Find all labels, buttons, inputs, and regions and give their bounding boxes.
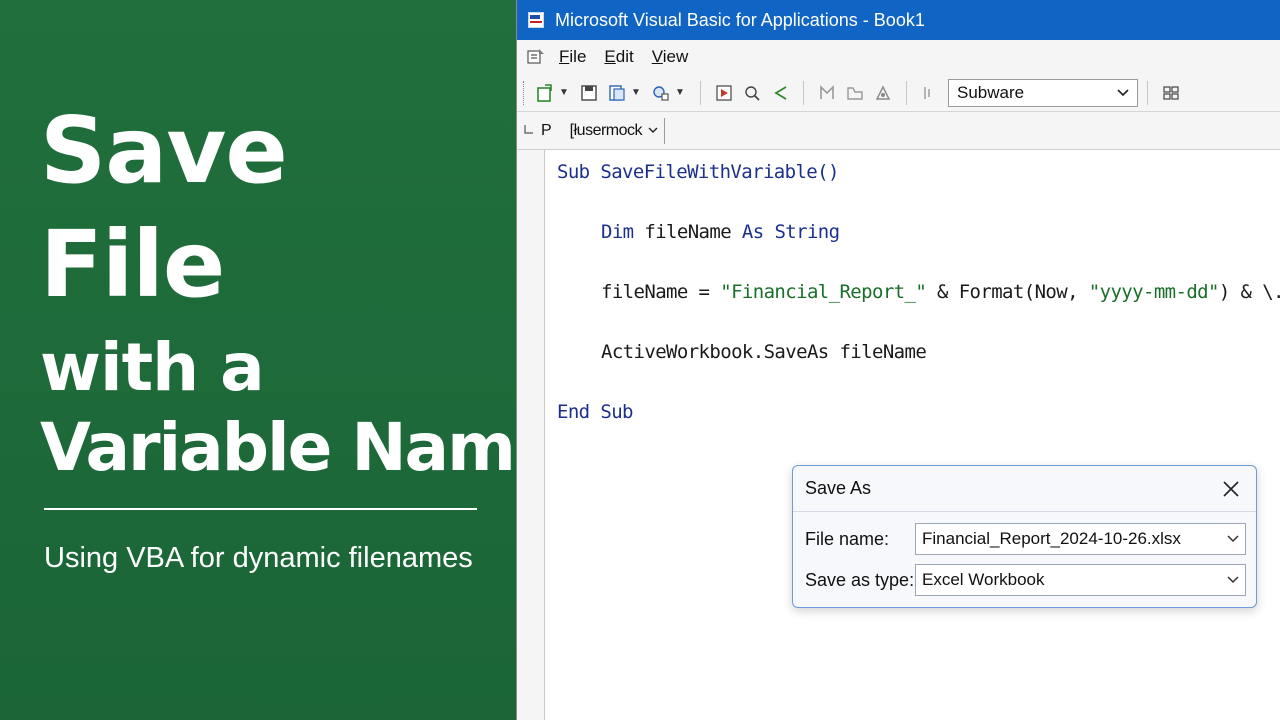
design-mode-icon[interactable] (816, 82, 838, 104)
chevron-down-icon (1117, 86, 1129, 100)
dialog-title: Save As (805, 478, 872, 498)
paste-dropdown-icon[interactable]: ▼ (631, 87, 641, 98)
code-line-assign[interactable]: fileName = "Financial_Report_" & Format(… (601, 280, 1280, 304)
code-line-end-sub[interactable]: End Sub (557, 400, 633, 424)
toolbar-grip[interactable] (523, 80, 525, 105)
code-line-sub[interactable]: Sub SaveFileWithVariable() (557, 160, 839, 184)
save-as-dialog: Save As File name: Financial_Report_2024… (792, 465, 1257, 608)
save-icon[interactable] (578, 82, 600, 104)
object-dropdown-value: [łusermock (569, 121, 643, 139)
run-icon[interactable] (713, 82, 735, 104)
vba-editor-window: Microsoft Visual Basic for Applications … (516, 0, 1280, 720)
properties-icon[interactable] (872, 82, 894, 104)
title-line-with-a: with a (40, 329, 265, 406)
project-explorer-icon[interactable] (844, 82, 866, 104)
object-dropdown[interactable]: [łusermock (566, 117, 666, 144)
window-titlebar[interactable]: Microsoft Visual Basic for Applications … (517, 0, 1280, 40)
procedure-bar-label: P (541, 121, 552, 139)
excel-view-icon[interactable] (525, 46, 547, 68)
reset-icon[interactable] (769, 82, 791, 104)
thumbnail-title-panel: Save File with a Variable Name Using VBA… (0, 0, 559, 720)
paste-icon[interactable] (606, 82, 628, 104)
title-line-variable-name: Variable Name (40, 409, 559, 486)
vba-app-icon (527, 11, 545, 29)
save-as-type-select[interactable]: Excel Workbook (915, 564, 1246, 596)
file-name-label: File name: (805, 529, 890, 549)
insert-dropdown-icon[interactable]: ▼ (559, 87, 569, 98)
menu-view[interactable]: View (652, 47, 689, 67)
window-title: Microsoft Visual Basic for Applications … (555, 9, 925, 30)
toolbar-combobox[interactable]: Subware (948, 78, 1138, 107)
menu-file[interactable]: File (559, 47, 586, 67)
toolbar-combobox-value: Subware (957, 82, 1025, 102)
code-line-saveas[interactable]: ActiveWorkbook.SaveAs fileName (601, 340, 927, 364)
procedure-bar: P [łusermock (517, 112, 1280, 150)
code-editor[interactable]: Sub SaveFileWithVariable() Dim fileName … (517, 150, 1280, 720)
break-icon[interactable] (741, 82, 763, 104)
chevron-down-icon (648, 125, 658, 137)
dialog-header: Save As (793, 466, 1256, 512)
subtitle: Using VBA for dynamic filenames (44, 542, 473, 574)
title-divider (44, 508, 477, 510)
chevron-down-icon[interactable] (1227, 573, 1239, 587)
menu-edit[interactable]: Edit (604, 47, 633, 67)
toolbox-icon[interactable] (1160, 82, 1182, 104)
title-line-save: Save (40, 97, 288, 204)
code-margin-gutter[interactable] (517, 150, 545, 720)
find-dropdown-icon[interactable]: ▼ (675, 87, 685, 98)
save-as-type-label: Save as type: (805, 570, 915, 590)
file-name-combobox[interactable]: Financial_Report_2024-10-26.xlsx (915, 523, 1246, 555)
title-line-file: File (40, 211, 225, 318)
file-name-value: Financial_Report_2024-10-26.xlsx (922, 529, 1181, 548)
code-line-dim[interactable]: Dim fileName As String (601, 220, 840, 244)
close-icon[interactable] (1218, 476, 1244, 502)
object-browser-icon[interactable] (919, 82, 941, 104)
save-as-type-value: Excel Workbook (922, 570, 1045, 589)
menu-bar: File Edit View (517, 40, 1280, 74)
find-icon[interactable] (650, 82, 672, 104)
chevron-down-icon[interactable] (1227, 532, 1239, 546)
standard-toolbar: ▼ ▼ ▼ Subware (517, 74, 1280, 112)
code-window-icon (523, 123, 537, 138)
insert-module-icon[interactable] (534, 82, 556, 104)
